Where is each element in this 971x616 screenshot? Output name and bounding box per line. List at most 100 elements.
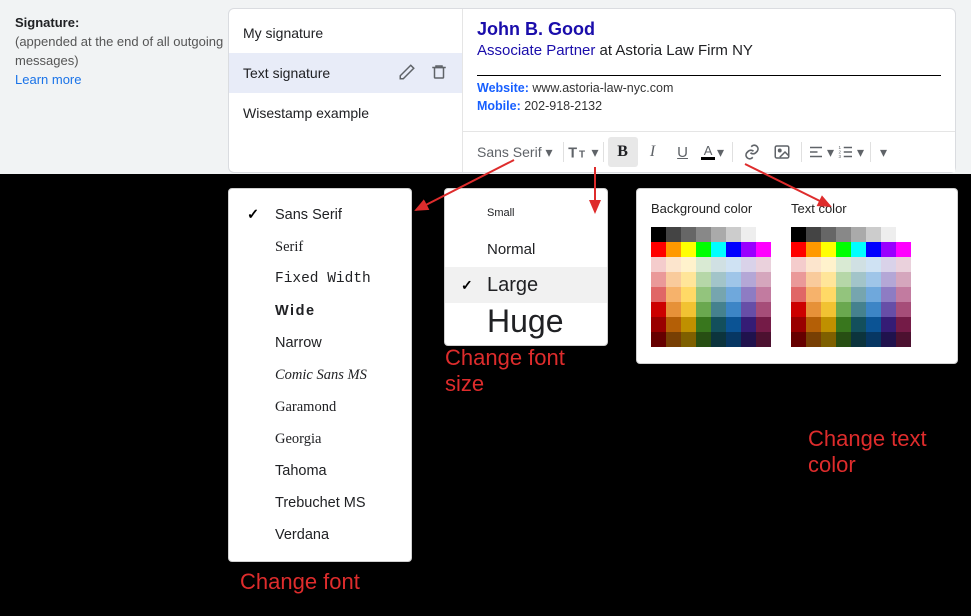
color-swatch[interactable] bbox=[726, 317, 741, 332]
signature-list-item[interactable]: My signature bbox=[229, 13, 462, 53]
color-swatch[interactable] bbox=[896, 227, 911, 242]
color-swatch[interactable] bbox=[866, 227, 881, 242]
color-swatch[interactable] bbox=[726, 332, 741, 347]
color-swatch[interactable] bbox=[651, 287, 666, 302]
color-swatch[interactable] bbox=[806, 302, 821, 317]
color-swatch[interactable] bbox=[836, 317, 851, 332]
color-swatch[interactable] bbox=[851, 302, 866, 317]
color-swatch[interactable] bbox=[651, 257, 666, 272]
color-swatch[interactable] bbox=[756, 242, 771, 257]
color-swatch[interactable] bbox=[806, 242, 821, 257]
color-swatch[interactable] bbox=[866, 332, 881, 347]
color-swatch[interactable] bbox=[741, 272, 756, 287]
color-swatch[interactable] bbox=[696, 332, 711, 347]
color-swatch[interactable] bbox=[666, 317, 681, 332]
font-option[interactable]: Verdana bbox=[229, 519, 411, 551]
color-swatch[interactable] bbox=[791, 242, 806, 257]
color-swatch[interactable] bbox=[821, 227, 836, 242]
color-swatch[interactable] bbox=[711, 302, 726, 317]
color-swatch[interactable] bbox=[791, 257, 806, 272]
color-swatch[interactable] bbox=[726, 272, 741, 287]
color-swatch[interactable] bbox=[896, 242, 911, 257]
color-swatch[interactable] bbox=[836, 332, 851, 347]
color-swatch[interactable] bbox=[726, 227, 741, 242]
font-option[interactable]: Comic Sans MS bbox=[229, 359, 411, 391]
color-swatch[interactable] bbox=[696, 287, 711, 302]
font-option[interactable]: Wide bbox=[229, 295, 411, 327]
color-swatch[interactable] bbox=[651, 317, 666, 332]
color-swatch[interactable] bbox=[881, 317, 896, 332]
color-swatch[interactable] bbox=[821, 242, 836, 257]
color-swatch[interactable] bbox=[651, 242, 666, 257]
color-swatch[interactable] bbox=[896, 287, 911, 302]
color-swatch[interactable] bbox=[696, 257, 711, 272]
color-swatch[interactable] bbox=[666, 332, 681, 347]
color-swatch[interactable] bbox=[791, 272, 806, 287]
color-swatch[interactable] bbox=[726, 287, 741, 302]
signature-list-item[interactable]: Wisestamp example bbox=[229, 93, 462, 133]
color-swatch[interactable] bbox=[821, 317, 836, 332]
color-swatch[interactable] bbox=[851, 317, 866, 332]
color-swatch[interactable] bbox=[791, 302, 806, 317]
color-swatch[interactable] bbox=[711, 242, 726, 257]
color-swatch[interactable] bbox=[666, 302, 681, 317]
color-swatch[interactable] bbox=[696, 302, 711, 317]
color-swatch[interactable] bbox=[681, 302, 696, 317]
color-swatch[interactable] bbox=[681, 287, 696, 302]
font-option[interactable]: Tahoma bbox=[229, 455, 411, 487]
color-swatch[interactable] bbox=[681, 257, 696, 272]
color-swatch[interactable] bbox=[651, 332, 666, 347]
color-swatch[interactable] bbox=[881, 242, 896, 257]
color-swatch[interactable] bbox=[866, 317, 881, 332]
learn-more-link[interactable]: Learn more bbox=[15, 71, 225, 90]
more-formatting-button[interactable]: ▾ bbox=[875, 137, 893, 167]
insert-link-button[interactable] bbox=[737, 137, 767, 167]
color-swatch[interactable] bbox=[681, 272, 696, 287]
color-swatch[interactable] bbox=[806, 227, 821, 242]
color-swatch[interactable] bbox=[881, 272, 896, 287]
align-button[interactable]: ▾ bbox=[806, 137, 836, 167]
color-swatch[interactable] bbox=[681, 332, 696, 347]
delete-icon[interactable] bbox=[430, 63, 448, 84]
signature-list-item[interactable]: Text signature bbox=[229, 53, 462, 93]
color-swatch[interactable] bbox=[741, 332, 756, 347]
color-swatch[interactable] bbox=[791, 227, 806, 242]
color-swatch[interactable] bbox=[696, 317, 711, 332]
size-option[interactable]: Small bbox=[445, 195, 607, 231]
color-swatch[interactable] bbox=[836, 287, 851, 302]
color-swatch[interactable] bbox=[881, 257, 896, 272]
color-swatch[interactable] bbox=[791, 317, 806, 332]
font-option[interactable]: Serif bbox=[229, 231, 411, 263]
color-swatch[interactable] bbox=[711, 287, 726, 302]
color-swatch[interactable] bbox=[726, 302, 741, 317]
color-swatch[interactable] bbox=[836, 227, 851, 242]
color-swatch[interactable] bbox=[696, 242, 711, 257]
color-swatch[interactable] bbox=[851, 332, 866, 347]
size-option[interactable]: ✓Large bbox=[445, 267, 607, 303]
color-swatch[interactable] bbox=[666, 242, 681, 257]
size-option[interactable]: Normal bbox=[445, 231, 607, 267]
color-swatch[interactable] bbox=[681, 317, 696, 332]
color-swatch[interactable] bbox=[726, 242, 741, 257]
color-swatch[interactable] bbox=[851, 272, 866, 287]
font-option[interactable]: Garamond bbox=[229, 391, 411, 423]
color-swatch[interactable] bbox=[806, 287, 821, 302]
color-swatch[interactable] bbox=[726, 257, 741, 272]
color-swatch[interactable] bbox=[821, 332, 836, 347]
edit-icon[interactable] bbox=[398, 63, 416, 84]
color-swatch[interactable] bbox=[741, 287, 756, 302]
color-swatch[interactable] bbox=[791, 332, 806, 347]
color-swatch[interactable] bbox=[651, 227, 666, 242]
color-swatch[interactable] bbox=[806, 332, 821, 347]
color-swatch[interactable] bbox=[711, 317, 726, 332]
color-swatch[interactable] bbox=[866, 242, 881, 257]
font-family-button[interactable]: Sans Serif ▾ bbox=[471, 137, 559, 167]
color-swatch[interactable] bbox=[756, 332, 771, 347]
color-swatch[interactable] bbox=[711, 227, 726, 242]
color-swatch[interactable] bbox=[756, 227, 771, 242]
color-swatch[interactable] bbox=[756, 287, 771, 302]
font-option[interactable]: Georgia bbox=[229, 423, 411, 455]
color-swatch[interactable] bbox=[851, 287, 866, 302]
color-swatch[interactable] bbox=[806, 272, 821, 287]
underline-button[interactable]: U bbox=[668, 137, 698, 167]
